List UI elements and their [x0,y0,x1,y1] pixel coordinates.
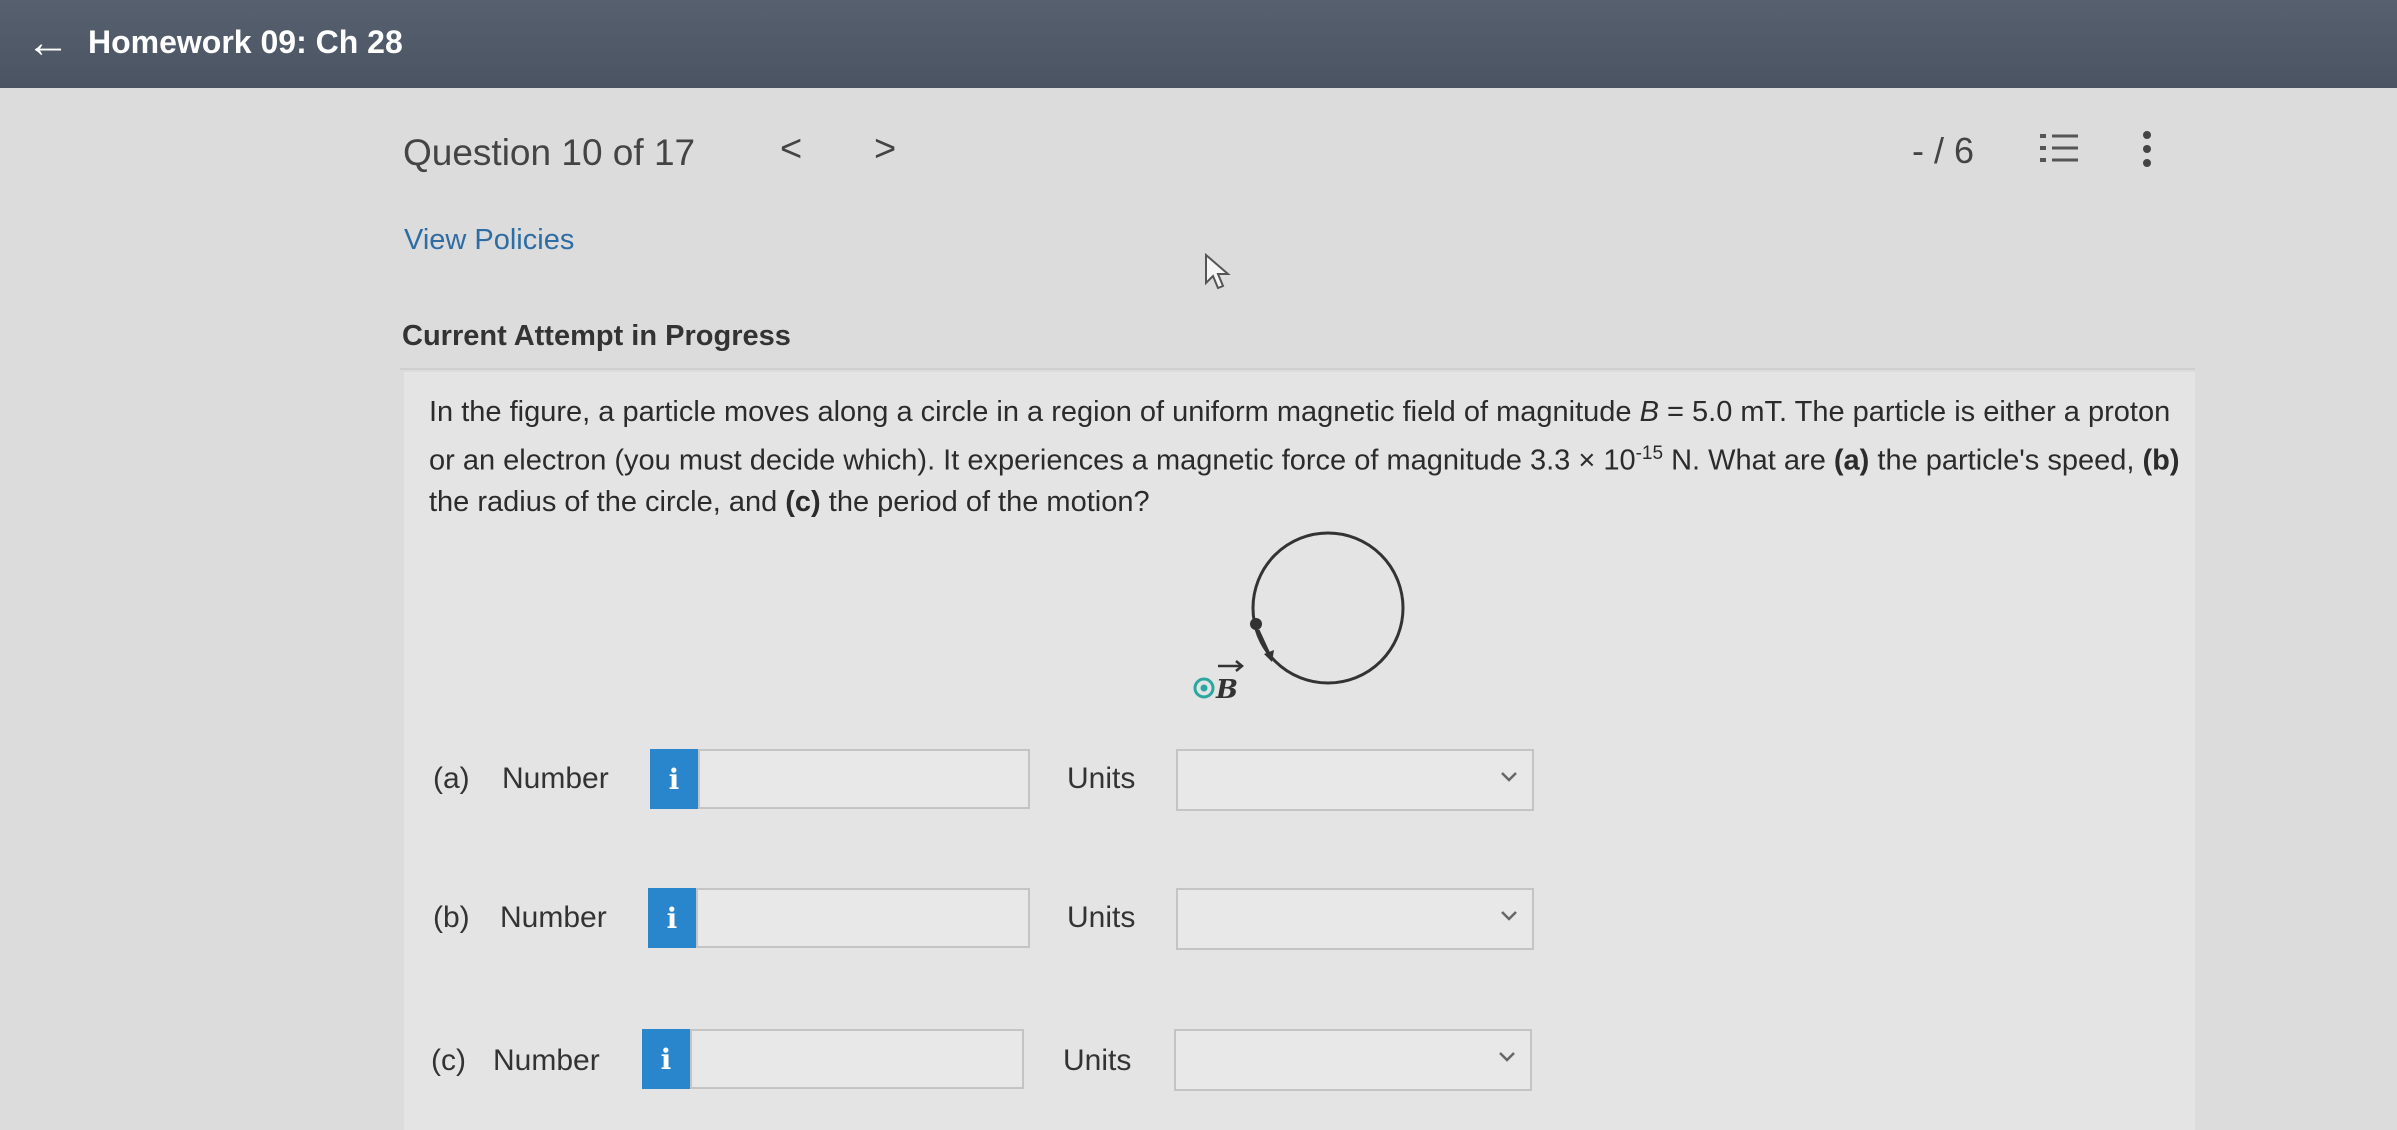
force-exponent: -15 [1635,443,1664,464]
back-arrow-icon[interactable]: ← [26,18,70,68]
assignment-title: Homework 09: Ch 28 [88,24,403,60]
chevron-down-icon [1501,911,1517,921]
answer-c-info-button[interactable]: i [642,1029,690,1089]
out-of-page-dot [1200,684,1208,692]
answer-a-units-select[interactable] [1176,749,1534,811]
answer-c-units-select[interactable] [1174,1029,1532,1091]
answer-c-number-label: Number [493,1044,600,1077]
answer-a-number-input[interactable] [698,749,1030,809]
answer-a-info-button[interactable]: i [650,749,698,809]
question-counter: Question 10 of 17 [403,132,696,173]
next-question-button[interactable]: > [874,128,896,171]
answer-a-label: (a) [433,762,470,795]
part-a-label: (a) [1833,444,1870,477]
circle-motion-figure: B [1193,531,1405,705]
answer-a-number-label: Number [502,762,609,795]
question-text-part: N. What are [1663,444,1834,477]
top-header: ← Homework 09: Ch 28 [0,0,2397,88]
answer-c-number-input[interactable] [690,1029,1024,1089]
section-divider [400,368,2195,370]
answer-b-info-button[interactable]: i [648,888,696,948]
mouse-cursor-icon [1205,253,1231,290]
answer-c-units-label: Units [1063,1044,1132,1077]
question-text-part: the particle's speed, [1869,444,2143,477]
answer-a-units-label: Units [1067,762,1136,795]
part-c-label: (c) [785,485,821,518]
view-policies-link[interactable]: View Policies [404,224,574,257]
answer-b-number-label: Number [500,901,607,934]
score-display: - / 6 [1912,130,1975,171]
answer-b-number-input[interactable] [696,888,1030,948]
previous-question-button[interactable]: < [780,128,802,171]
field-label: B [1215,675,1238,705]
question-text-part: In the figure, a particle moves along a … [429,396,1640,428]
question-text-part: the radius of the circle, and [429,485,786,518]
more-options-icon[interactable] [2137,128,2157,170]
part-b-label: (b) [2142,444,2180,477]
question-list-icon[interactable] [2038,128,2080,168]
field-symbol: B [1639,396,1659,428]
circular-path [1251,531,1405,685]
velocity-arrow [1256,629,1272,657]
answer-b-units-select[interactable] [1176,888,1534,950]
particle-dot [1250,618,1262,630]
answer-b-units-label: Units [1067,901,1136,934]
chevron-down-icon [1499,1052,1515,1062]
question-text-part: the period of the motion? [820,485,1150,518]
answer-c-label: (c) [431,1044,466,1077]
answer-b-label: (b) [433,901,470,934]
attempt-heading: Current Attempt in Progress [402,320,791,352]
question-text: In the figure, a particle moves along a … [429,392,2189,523]
chevron-down-icon [1501,772,1517,782]
